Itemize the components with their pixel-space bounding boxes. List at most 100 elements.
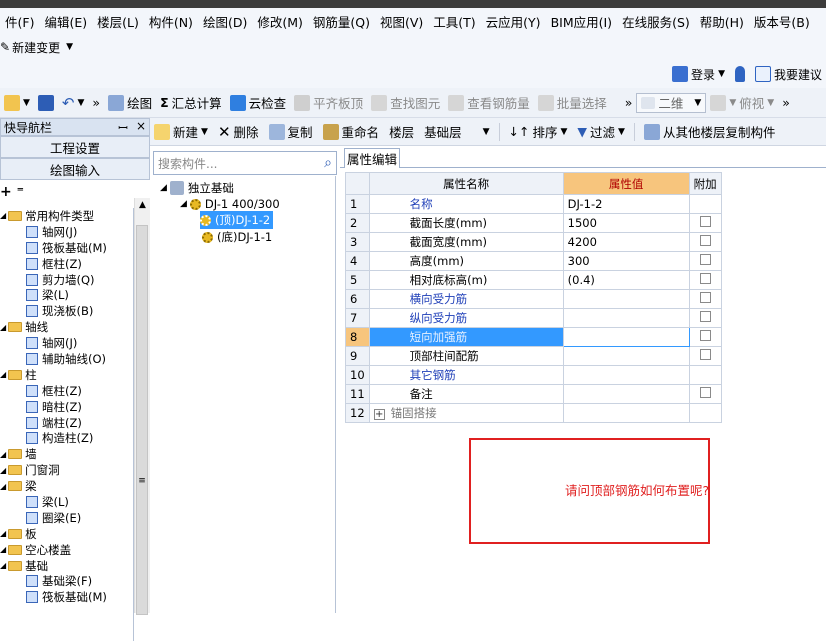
nav-tree-item[interactable]: 梁(L): [0, 287, 133, 303]
property-value[interactable]: [562, 289, 690, 309]
nav-tree-item[interactable]: ◢ 基础: [0, 558, 133, 574]
nav-tree-item[interactable]: 梁(L): [0, 494, 133, 510]
nav-tree-item[interactable]: ◢ 常用构件类型: [0, 208, 133, 224]
project-settings-button[interactable]: 工程设置: [0, 136, 150, 158]
property-value[interactable]: (0.4): [562, 270, 690, 290]
find-elem-button[interactable]: 查找图元: [367, 93, 444, 112]
menu-item[interactable]: BIM应用(I): [546, 12, 618, 31]
nav-tree-item[interactable]: 圈梁(E): [0, 510, 133, 526]
undo-button[interactable]: ↶ ▼: [58, 94, 89, 112]
nav-tree-item[interactable]: 暗柱(Z): [0, 399, 133, 415]
tree-root[interactable]: ◢ 独立基础: [160, 180, 234, 196]
tree-bottom[interactable]: (底)DJ-1-1: [202, 229, 272, 245]
collapse-icon[interactable]: ◢: [160, 183, 167, 193]
property-value[interactable]: [562, 327, 690, 347]
nav-tree-item[interactable]: 现浇板(B): [0, 303, 133, 319]
view-dir-select[interactable]: ▼ 俯视 ▼: [706, 93, 778, 112]
property-row[interactable]: 3 截面宽度(mm) 4200: [345, 232, 722, 252]
property-row[interactable]: 6 横向受力筋: [345, 289, 722, 309]
nav-tree-item[interactable]: ◢ 墙: [0, 446, 133, 462]
nav-tree-item[interactable]: 基础梁(F): [0, 573, 133, 589]
collapse-icon[interactable]: ◢: [180, 199, 187, 209]
nav-tree-item[interactable]: 框柱(Z): [0, 256, 133, 272]
nav-tree-item[interactable]: 构造柱(Z): [0, 430, 133, 446]
sum-calc-button[interactable]: Σ 汇总计算: [156, 93, 226, 112]
property-row[interactable]: 8 短向加强筋: [345, 327, 722, 347]
expand-icon[interactable]: +: [373, 409, 385, 420]
nav-tree-item[interactable]: ◢ 空心楼盖: [0, 542, 133, 558]
menu-item[interactable]: 工具(T): [428, 12, 480, 31]
nav-tree-item[interactable]: ◢ 轴线: [0, 319, 133, 335]
property-row[interactable]: 10 其它钢筋: [345, 365, 722, 385]
property-row[interactable]: 1 名称 DJ-1-2: [345, 194, 722, 214]
property-row[interactable]: 7 纵向受力筋: [345, 308, 722, 328]
more-icon[interactable]: »: [88, 95, 104, 110]
expand-icon[interactable]: ◢: [0, 370, 6, 379]
nav-scroll-thumb[interactable]: ≡: [136, 225, 148, 615]
menu-item[interactable]: 构件(N): [144, 12, 198, 31]
nav-tree-item[interactable]: 筏板基础(M): [0, 240, 133, 256]
property-value[interactable]: [562, 403, 690, 423]
menu-item[interactable]: 修改(M): [252, 12, 308, 31]
rename-button[interactable]: 重命名: [319, 122, 384, 141]
menu-item[interactable]: 件(F): [0, 12, 39, 31]
property-value[interactable]: [562, 365, 690, 385]
extra-checkbox[interactable]: [699, 235, 711, 246]
property-row[interactable]: 2 截面长度(mm) 1500: [345, 213, 722, 233]
menu-item[interactable]: 楼层(L): [92, 12, 144, 31]
save-button[interactable]: [34, 94, 58, 111]
expand-icon[interactable]: ◢: [0, 466, 6, 475]
menu-item[interactable]: 钢筋量(Q): [308, 12, 375, 31]
property-row[interactable]: 9 顶部柱间配筋: [345, 346, 722, 366]
extra-checkbox[interactable]: [699, 387, 711, 398]
menu-item[interactable]: 版本号(B): [749, 12, 815, 31]
expand-icon[interactable]: ◢: [0, 450, 6, 459]
collapse-all-icon[interactable]: + ⁼: [0, 184, 24, 200]
new-component-button[interactable]: 新建 ▼: [150, 122, 212, 141]
nav-tree-item[interactable]: ◢ 梁: [0, 478, 133, 494]
property-row[interactable]: 12 + 锚固搭接: [345, 403, 722, 423]
extra-checkbox[interactable]: [699, 311, 711, 322]
nav-tree-item[interactable]: 筏板基础(M): [0, 589, 133, 605]
nav-tree-item[interactable]: 框柱(Z): [0, 383, 133, 399]
expand-icon[interactable]: ◢: [0, 211, 6, 220]
filter-button[interactable]: ▼ 过滤 ▼: [573, 122, 629, 141]
nav-tree-item[interactable]: ◢ 柱: [0, 367, 133, 383]
nav-tree-item[interactable]: 轴网(J): [0, 335, 133, 351]
extra-checkbox[interactable]: [699, 216, 711, 227]
new-change-menu[interactable]: 新建变更: [12, 39, 60, 56]
menu-item[interactable]: 云应用(Y): [481, 12, 546, 31]
menu-item[interactable]: 帮助(H): [695, 12, 749, 31]
expand-icon[interactable]: ◢: [0, 545, 6, 554]
scroll-up-icon[interactable]: ▲: [135, 200, 150, 210]
cloud-check-button[interactable]: 云检查: [226, 93, 291, 112]
chevron-down-icon[interactable]: ▼: [66, 42, 73, 52]
nav-tree-item[interactable]: 辅助轴线(O): [0, 351, 133, 367]
search-icon[interactable]: ⌕: [324, 155, 332, 171]
suggest-button[interactable]: 我要建议: [754, 66, 822, 83]
login-button[interactable]: 登录 ▼: [672, 66, 725, 83]
delete-button[interactable]: ✕ 删除: [214, 122, 263, 141]
draw-button[interactable]: 绘图: [104, 93, 156, 112]
open-button[interactable]: ▼: [0, 94, 34, 111]
view-mode-select[interactable]: 二维 ▼: [636, 92, 707, 113]
property-value[interactable]: [562, 384, 690, 404]
search-input[interactable]: 搜索构件... ⌕: [153, 151, 337, 175]
draw-input-button[interactable]: 绘图输入: [0, 158, 150, 180]
more-icon[interactable]: »: [621, 95, 637, 110]
property-row[interactable]: 11 备注: [345, 384, 722, 404]
batch-select-button[interactable]: 批量选择: [534, 93, 611, 112]
property-value[interactable]: [562, 308, 690, 328]
expand-icon[interactable]: ◢: [0, 561, 6, 570]
menu-item[interactable]: 绘图(D): [198, 12, 252, 31]
extra-checkbox[interactable]: [699, 273, 711, 284]
bell-icon[interactable]: [734, 66, 745, 82]
nav-tree-item[interactable]: ◢ 板: [0, 526, 133, 542]
tree-dj[interactable]: ◢ DJ-1 400/300: [180, 197, 280, 211]
property-value[interactable]: 300: [562, 251, 690, 271]
floor-select[interactable]: 基础层 ▼: [420, 122, 493, 141]
copy-button[interactable]: 复制: [265, 122, 317, 141]
extra-checkbox[interactable]: [699, 349, 711, 360]
sort-button[interactable]: ↓↑ 排序 ▼: [505, 122, 572, 141]
menu-item[interactable]: 编辑(E): [39, 12, 92, 31]
